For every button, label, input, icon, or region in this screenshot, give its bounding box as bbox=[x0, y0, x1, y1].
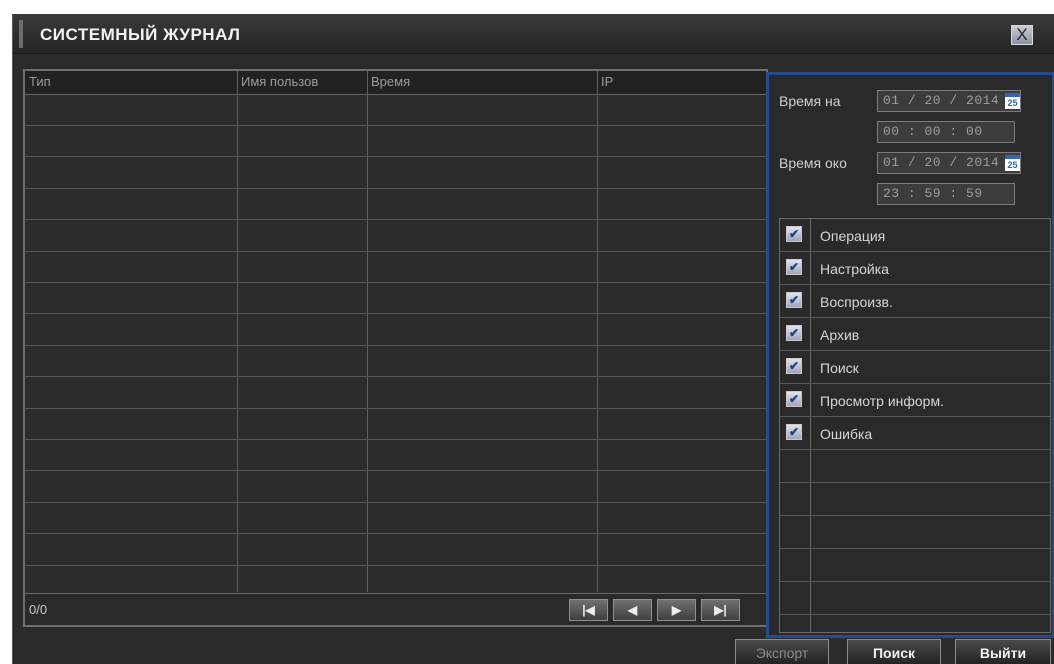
setup-label: Настройка bbox=[820, 261, 889, 277]
error-label: Ошибка bbox=[820, 426, 873, 442]
prev-icon: ◀ bbox=[627, 603, 638, 617]
column-divider bbox=[597, 71, 598, 592]
row-line bbox=[780, 614, 1050, 615]
calendar-day: 25 bbox=[1007, 98, 1018, 108]
end-date-field[interactable]: 01 / 20 / 2014 25 bbox=[877, 152, 1021, 174]
search-button[interactable]: Поиск bbox=[847, 639, 941, 664]
log-table-footer: 0/0 |◀ ◀ ▶ ▶| bbox=[25, 593, 766, 625]
row-line bbox=[780, 482, 1050, 483]
playback-checkbox[interactable]: ✔ bbox=[786, 292, 802, 308]
table-row-line bbox=[25, 407, 766, 409]
start-date-value: 01 / 20 / 2014 bbox=[883, 93, 1000, 108]
start-time-value: 00 : 00 : 00 bbox=[883, 124, 983, 139]
table-row-line bbox=[25, 156, 766, 158]
end-time-value: 23 : 59 : 59 bbox=[883, 186, 983, 201]
system-log-window: СИСТЕМНЫЙ ЖУРНАЛ X Тип Имя пользов Время… bbox=[12, 14, 1054, 664]
table-row-line bbox=[25, 376, 766, 378]
page-counter: 0/0 bbox=[29, 602, 48, 617]
column-header-time[interactable]: Время bbox=[371, 74, 596, 89]
title-accent bbox=[19, 20, 23, 48]
row-line bbox=[780, 251, 1050, 252]
prev-page-button[interactable]: ◀ bbox=[613, 599, 652, 621]
start-date-field[interactable]: 01 / 20 / 2014 25 bbox=[877, 90, 1021, 112]
column-header-ip[interactable]: IP bbox=[601, 74, 751, 89]
first-page-button[interactable]: |◀ bbox=[569, 599, 608, 621]
setup-checkbox[interactable]: ✔ bbox=[786, 259, 802, 275]
next-icon: ▶ bbox=[671, 603, 682, 617]
end-date-value: 01 / 20 / 2014 bbox=[883, 155, 1000, 170]
title-bar: СИСТЕМНЫЙ ЖУРНАЛ X bbox=[13, 14, 1054, 54]
row-line bbox=[780, 515, 1050, 516]
log-table-header: Тип Имя пользов Время IP bbox=[25, 71, 766, 95]
column-header-user[interactable]: Имя пользов bbox=[241, 74, 365, 89]
table-row-line bbox=[25, 344, 766, 346]
last-page-button[interactable]: ▶| bbox=[701, 599, 740, 621]
row-line bbox=[780, 350, 1050, 351]
start-time-field[interactable]: 00 : 00 : 00 bbox=[877, 121, 1015, 143]
filter-panel: Время на 01 / 20 / 2014 25 00 : 00 : 00 … bbox=[766, 72, 1054, 638]
table-row-line bbox=[25, 219, 766, 221]
search-checkbox[interactable]: ✔ bbox=[786, 358, 802, 374]
category-list: ✔ Операция ✔ Настройка ✔ Воспроизв. ✔ Ар… bbox=[779, 218, 1051, 633]
table-row-line bbox=[25, 533, 766, 535]
column-divider bbox=[237, 71, 238, 592]
calendar-icon[interactable]: 25 bbox=[1005, 93, 1020, 109]
table-row-line bbox=[25, 439, 766, 440]
operation-label: Операция bbox=[820, 228, 886, 244]
backup-checkbox[interactable]: ✔ bbox=[786, 325, 802, 341]
info-checkbox[interactable]: ✔ bbox=[786, 391, 802, 407]
table-row-line bbox=[25, 125, 766, 126]
skip-last-icon: ▶| bbox=[714, 603, 727, 617]
table-row-line bbox=[25, 564, 766, 566]
end-time-field[interactable]: 23 : 59 : 59 bbox=[877, 183, 1015, 205]
window-title: СИСТЕМНЫЙ ЖУРНАЛ bbox=[40, 25, 241, 44]
row-line bbox=[780, 416, 1050, 417]
close-icon: X bbox=[1016, 25, 1028, 44]
error-checkbox[interactable]: ✔ bbox=[786, 424, 802, 440]
next-page-button[interactable]: ▶ bbox=[657, 599, 696, 621]
column-divider bbox=[367, 71, 368, 592]
column-header-type[interactable]: Тип bbox=[29, 74, 234, 89]
row-line bbox=[780, 449, 1050, 450]
exit-button[interactable]: Выйти bbox=[955, 639, 1051, 664]
operation-checkbox[interactable]: ✔ bbox=[786, 226, 802, 242]
row-line bbox=[780, 383, 1050, 384]
playback-label: Воспроизв. bbox=[820, 294, 893, 310]
row-line bbox=[780, 548, 1050, 549]
start-time-label: Время на bbox=[779, 93, 841, 109]
search-label: Поиск bbox=[820, 360, 859, 376]
info-label: Просмотр информ. bbox=[820, 393, 944, 409]
table-row-line bbox=[25, 501, 766, 503]
end-time-label: Время око bbox=[779, 155, 847, 171]
table-row-line bbox=[25, 313, 766, 315]
skip-first-icon: |◀ bbox=[582, 603, 595, 617]
table-row-line bbox=[25, 250, 766, 252]
row-line bbox=[780, 284, 1050, 285]
table-row-line bbox=[25, 187, 766, 189]
export-button[interactable]: Экспорт bbox=[735, 639, 829, 664]
row-line bbox=[780, 317, 1050, 318]
calendar-day: 25 bbox=[1007, 160, 1018, 170]
close-button[interactable]: X bbox=[1011, 25, 1033, 45]
log-table: Тип Имя пользов Время IP 0/0 |◀ ◀ ▶ ▶| bbox=[23, 69, 768, 627]
category-divider bbox=[810, 219, 811, 632]
row-line bbox=[780, 581, 1050, 582]
backup-label: Архив bbox=[820, 327, 860, 343]
table-row-line bbox=[25, 282, 766, 283]
calendar-icon[interactable]: 25 bbox=[1005, 155, 1020, 171]
table-row-line bbox=[25, 470, 766, 472]
